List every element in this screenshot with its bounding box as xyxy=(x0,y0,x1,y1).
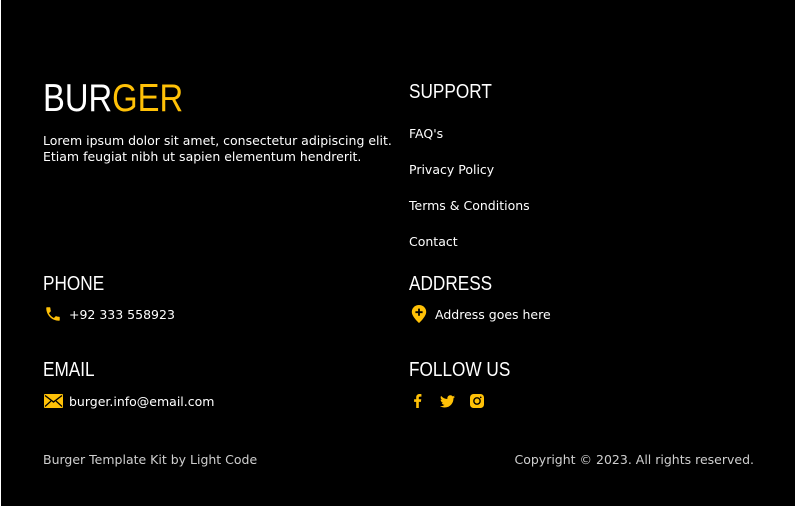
site-footer: BURGER Lorem ipsum dolor sit amet, conse… xyxy=(1,0,795,506)
footer-credit: Burger Template Kit by Light Code xyxy=(43,452,258,467)
address-heading: ADDRESS xyxy=(409,273,493,295)
footer-copyright: Copyright © 2023. All rights reserved. xyxy=(514,452,754,467)
envelope-icon xyxy=(43,392,63,410)
support-link-terms[interactable]: Terms & Conditions xyxy=(409,198,530,214)
logo-part-yellow: GER xyxy=(112,77,184,120)
follow-heading: FOLLOW US xyxy=(409,359,511,381)
email-heading: EMAIL xyxy=(43,359,95,381)
support-link-contact[interactable]: Contact xyxy=(409,234,458,250)
address-row: Address goes here xyxy=(409,305,551,323)
brand-logo[interactable]: BURGER xyxy=(43,74,183,124)
support-link-privacy[interactable]: Privacy Policy xyxy=(409,162,494,178)
facebook-icon[interactable] xyxy=(409,393,425,409)
support-heading: SUPPORT xyxy=(409,81,492,103)
map-pin-icon xyxy=(409,305,429,323)
about-text: Lorem ipsum dolor sit amet, consectetur … xyxy=(43,133,392,164)
phone-icon xyxy=(43,305,63,323)
phone-number: +92 333 558923 xyxy=(69,306,175,322)
logo-part-white: BUR xyxy=(43,77,113,120)
instagram-icon[interactable] xyxy=(469,393,485,409)
phone-row[interactable]: +92 333 558923 xyxy=(43,305,175,323)
twitter-icon[interactable] xyxy=(439,393,455,409)
email-address: burger.info@email.com xyxy=(69,393,215,409)
support-link-faqs[interactable]: FAQ's xyxy=(409,126,443,142)
address-value: Address goes here xyxy=(435,306,551,322)
email-row[interactable]: burger.info@email.com xyxy=(43,392,214,410)
social-links xyxy=(409,393,499,409)
phone-heading: PHONE xyxy=(43,273,105,295)
